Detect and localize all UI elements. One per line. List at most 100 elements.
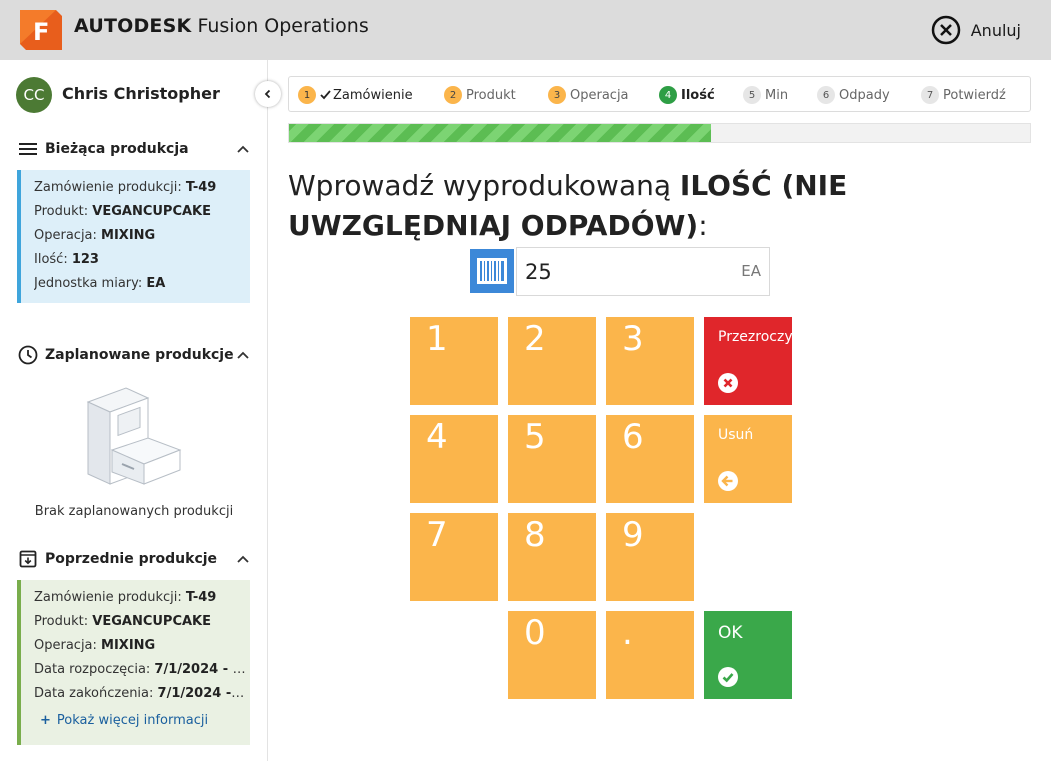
row-key: Produkt: (34, 204, 93, 219)
keypad-key-7[interactable]: 7 (410, 513, 498, 601)
chevron-left-icon (264, 89, 271, 99)
previous-row-operation: Operacja: MIXING (34, 637, 246, 661)
current-production-card: Zamówienie produkcji: T-49 Produkt: VEGA… (17, 170, 250, 303)
step-number: 4 (659, 86, 677, 104)
row-key: Data rozpoczęcia: (34, 662, 155, 677)
step-number: 7 (921, 86, 939, 104)
previous-row-order: Zamówienie produkcji: T-49 (34, 589, 246, 613)
collapse-sidebar-button[interactable] (255, 81, 281, 107)
top-bar: F AUTODESK Fusion Operations Anuluj (0, 0, 1051, 60)
current-production-header[interactable]: Bieżąca produkcja (18, 138, 250, 160)
step-label: Operacja (570, 87, 629, 103)
chevron-up-icon (236, 142, 250, 156)
keypad-key-4[interactable]: 4 (410, 415, 498, 503)
step-number: 3 (548, 86, 566, 104)
current-row-unit: Jednostka miary: EA (34, 275, 246, 299)
keypad-key-2[interactable]: 2 (508, 317, 596, 405)
step-order[interactable]: 1 Zamówienie (298, 85, 413, 105)
current-row-operation: Operacja: MIXING (34, 227, 246, 251)
prompt-suffix: : (698, 209, 708, 242)
step-label: Potwierdź (943, 87, 1006, 103)
row-value: EA (146, 276, 166, 291)
chevron-up-icon (236, 552, 250, 566)
wizard-stepper: 1 Zamówienie 2 Produkt 3 Operacja 4 Iloś… (288, 76, 1031, 112)
delete-label: Usuń (718, 427, 754, 443)
row-value: T-49 (185, 180, 217, 195)
row-value: 7/1/2024 - 4... (157, 686, 246, 701)
keypad-key-9[interactable]: 9 (606, 513, 694, 601)
step-label: Min (765, 87, 789, 103)
clock-icon (18, 345, 38, 365)
step-operation[interactable]: 3 Operacja (548, 85, 629, 105)
cancel-label: Anuluj (970, 20, 1021, 40)
clear-button[interactable]: Przezroczy (704, 317, 793, 405)
previous-row-start-date: Data rozpoczęcia: 7/1/2024 - 1:... (34, 661, 246, 685)
row-key: Produkt: (34, 614, 93, 629)
avatar: CC (16, 77, 52, 113)
quantity-prompt: Wprowadź wyprodukowaną ILOŚĆ (NIE UWZGLĘ… (288, 166, 1028, 246)
ok-button[interactable]: OK (704, 611, 792, 699)
row-value: 123 (71, 252, 99, 267)
progress-fill (289, 124, 712, 142)
sidebar: CC Chris Christopher Bieżąca produkcja Z… (0, 60, 268, 761)
step-number: 1 (298, 86, 316, 104)
step-label: Zamówienie (333, 87, 413, 103)
row-value: MIXING (101, 638, 156, 653)
step-label: Ilość (681, 87, 715, 103)
brand-secondary: Fusion Operations (197, 15, 369, 37)
row-key: Ilość: (34, 252, 72, 267)
row-value: VEGANCUPCAKE (92, 204, 211, 219)
current-row-order: Zamówienie produkcji: T-49 (34, 179, 246, 203)
barcode-scan-button[interactable] (470, 249, 514, 293)
delete-button[interactable]: Usuń (704, 415, 792, 503)
keypad-key-decimal[interactable]: . (606, 611, 694, 699)
logo-letter: F (33, 18, 49, 46)
step-number: 5 (743, 86, 761, 104)
show-more-info-label: Pokaż więcej informacji (56, 713, 209, 728)
step-number: 6 (817, 86, 835, 104)
quantity-unit: EA (741, 262, 761, 280)
barcode-icon (477, 258, 507, 284)
step-confirm[interactable]: 7 Potwierdź (921, 85, 1006, 105)
row-key: Operacja: (34, 638, 102, 653)
empty-cabinet-illustration (78, 380, 188, 490)
quantity-input[interactable] (517, 248, 717, 295)
step-product[interactable]: 2 Produkt (444, 85, 516, 105)
previous-row-product: Produkt: VEGANCUPCAKE (34, 613, 246, 637)
menu-icon (18, 139, 38, 159)
step-waste[interactable]: 6 Odpady (817, 85, 890, 105)
archive-download-icon (18, 549, 38, 569)
row-value: VEGANCUPCAKE (92, 614, 211, 629)
step-label: Odpady (839, 87, 890, 103)
step-number: 2 (444, 86, 462, 104)
show-more-info-link[interactable]: + Pokaż więcej informacji (40, 713, 250, 728)
close-circle-icon (931, 15, 960, 45)
row-value: T-49 (185, 590, 217, 605)
previous-production-title: Poprzednie produkcje (45, 551, 218, 567)
scheduled-production-header[interactable]: Zaplanowane produkcje (18, 344, 250, 366)
keypad-key-0[interactable]: 0 (508, 611, 596, 699)
row-value: 7/1/2024 - 1:... (154, 662, 246, 677)
row-key: Zamówienie produkcji: (34, 180, 186, 195)
row-key: Data zakończenia: (34, 686, 158, 701)
fusion-logo-icon: F (20, 10, 62, 50)
previous-production-card: Zamówienie produkcji: T-49 Produkt: VEGA… (17, 580, 250, 745)
keypad-key-6[interactable]: 6 (606, 415, 694, 503)
keypad-key-8[interactable]: 8 (508, 513, 596, 601)
row-key: Zamówienie produkcji: (34, 590, 186, 605)
app-title: AUTODESK Fusion Operations (74, 15, 369, 37)
check-circle-icon (718, 667, 738, 687)
keypad-key-1[interactable]: 1 (410, 317, 498, 405)
prompt-text: Wprowadź wyprodukowaną (288, 169, 680, 202)
clear-label: Przezroczy (718, 329, 793, 345)
keypad-key-5[interactable]: 5 (508, 415, 596, 503)
previous-production-header[interactable]: Poprzednie produkcje (18, 548, 250, 570)
step-min[interactable]: 5 Min (743, 85, 788, 105)
keypad-key-3[interactable]: 3 (606, 317, 694, 405)
step-quantity[interactable]: 4 Ilość (659, 85, 715, 105)
quantity-field[interactable]: EA (516, 247, 770, 296)
brand-primary: AUTODESK (74, 15, 192, 37)
cancel-button[interactable]: Anuluj (931, 14, 1021, 46)
ok-label: OK (718, 623, 743, 643)
plus-icon: + (40, 713, 51, 728)
